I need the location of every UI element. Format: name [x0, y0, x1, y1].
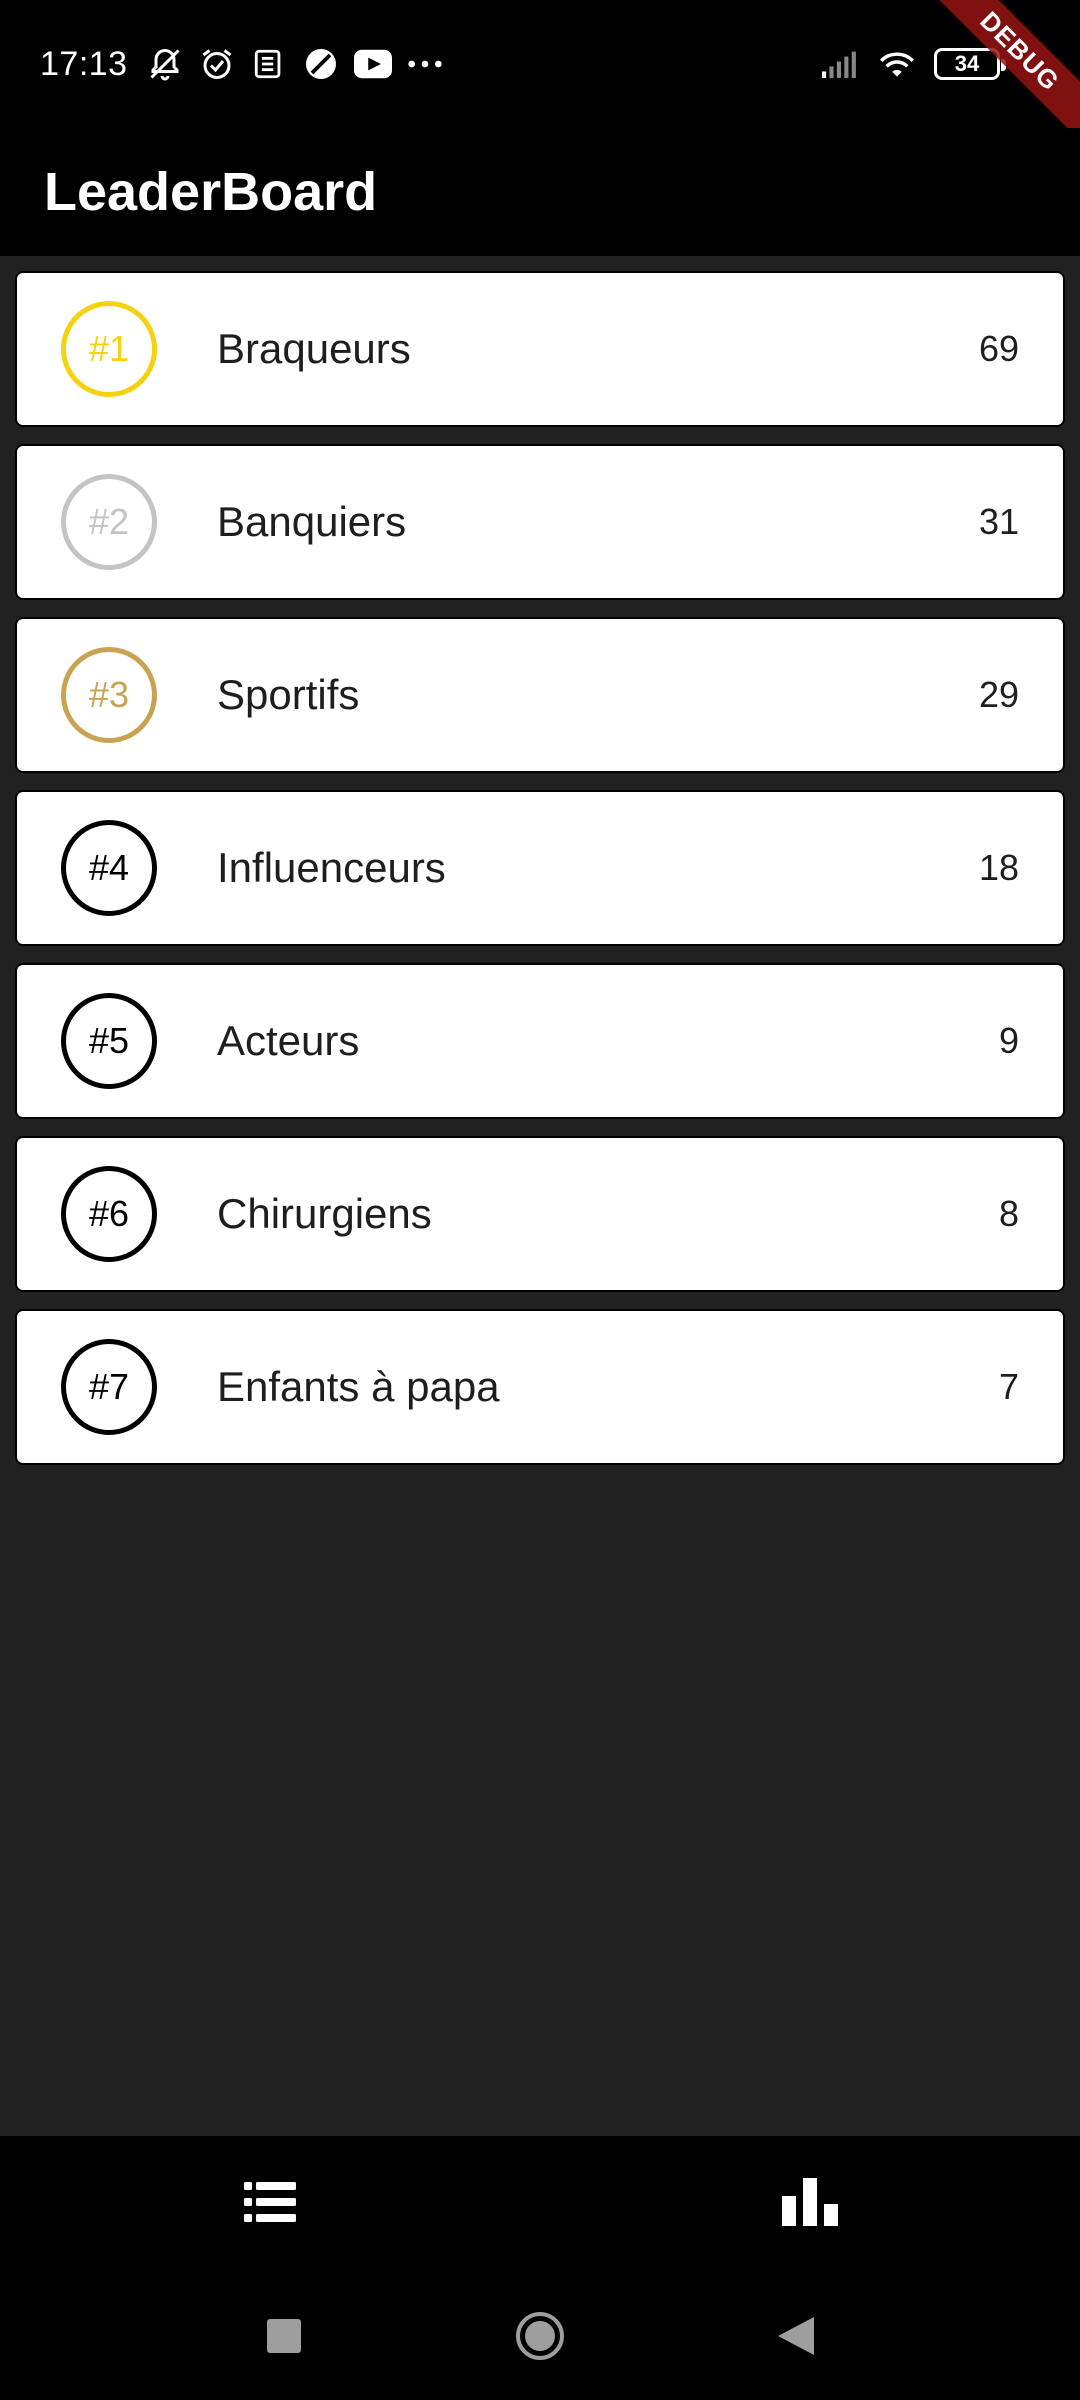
- wifi-icon: [878, 45, 916, 83]
- nav-leaderboard-tab[interactable]: [0, 2136, 540, 2272]
- back-icon[interactable]: [768, 2308, 824, 2364]
- rank-label: #1: [88, 328, 130, 369]
- page-title: LeaderBoard: [44, 162, 378, 222]
- team-name: Acteurs: [217, 1017, 360, 1064]
- home-icon[interactable]: [512, 2308, 568, 2364]
- nav-stats-tab[interactable]: [540, 2136, 1080, 2272]
- bottom-nav: [0, 2136, 1080, 2272]
- team-name: Chirurgiens: [217, 1190, 432, 1237]
- rank-badge: #6: [61, 1166, 157, 1262]
- rank-label: #6: [88, 1193, 130, 1234]
- list-icon: [244, 2180, 296, 2229]
- rank-badge: #3: [61, 647, 157, 743]
- bell-off-icon: [146, 45, 184, 83]
- team-score: 9: [998, 1020, 1019, 1061]
- leaderboard-row[interactable]: #3 Sportifs 29: [15, 617, 1065, 773]
- app-bar: LeaderBoard: [0, 128, 1080, 256]
- news-icon: [250, 45, 288, 83]
- leaderboard-row[interactable]: #4 Influenceurs 18: [15, 790, 1065, 946]
- rank-label: #7: [88, 1366, 130, 1407]
- rank-badge: #4: [61, 820, 157, 916]
- alarm-icon: [198, 45, 236, 83]
- rank-label: #4: [88, 847, 130, 888]
- team-name: Influenceurs: [217, 844, 446, 891]
- recents-icon[interactable]: [256, 2308, 312, 2364]
- team-name: Banquiers: [217, 498, 407, 545]
- system-nav: [0, 2272, 1080, 2400]
- leaderboard-row[interactable]: #1 Braqueurs 69: [15, 271, 1065, 427]
- team-name: Enfants à papa: [217, 1363, 500, 1410]
- bar-chart-icon: [782, 2177, 838, 2231]
- youtube-icon: [353, 45, 392, 83]
- team-score: 69: [978, 328, 1019, 369]
- team-score: 18: [978, 847, 1019, 888]
- leaderboard-list: #1 Braqueurs 69 #2 Banquiers 31 #3 Sport…: [15, 271, 1065, 1482]
- team-score: 7: [998, 1366, 1019, 1407]
- team-name: Braqueurs: [217, 325, 411, 372]
- leaderboard-row[interactable]: #5 Acteurs 9: [15, 963, 1065, 1119]
- status-left: 17:13: [40, 45, 444, 84]
- screen: 17:13 34 DEBUG LeaderBoard #1 Braqueurs …: [0, 0, 1080, 2400]
- leaderboard-row[interactable]: #2 Banquiers 31: [15, 444, 1065, 600]
- team-score: 8: [998, 1193, 1019, 1234]
- rank-badge: #5: [61, 993, 157, 1089]
- rank-badge: #2: [61, 474, 157, 570]
- team-score: 31: [978, 501, 1019, 542]
- leaderboard-row[interactable]: #7 Enfants à papa 7: [15, 1309, 1065, 1465]
- status-time: 17:13: [40, 44, 128, 83]
- team-name: Sportifs: [217, 671, 360, 718]
- rank-label: #3: [88, 674, 130, 715]
- leaderboard-row[interactable]: #6 Chirurgiens 8: [15, 1136, 1065, 1292]
- status-bar: 17:13 34: [0, 0, 1080, 128]
- team-score: 29: [978, 674, 1019, 715]
- rank-badge: #7: [61, 1339, 157, 1435]
- rank-label: #5: [88, 1020, 130, 1061]
- more-dots-icon: [406, 45, 444, 83]
- no-disturb-icon: [302, 45, 340, 83]
- rank-label: #2: [88, 501, 130, 542]
- signal-icon: [822, 45, 860, 83]
- rank-badge: #1: [61, 301, 157, 397]
- status-right: 34: [822, 45, 1006, 83]
- battery-icon: 34: [934, 48, 1006, 80]
